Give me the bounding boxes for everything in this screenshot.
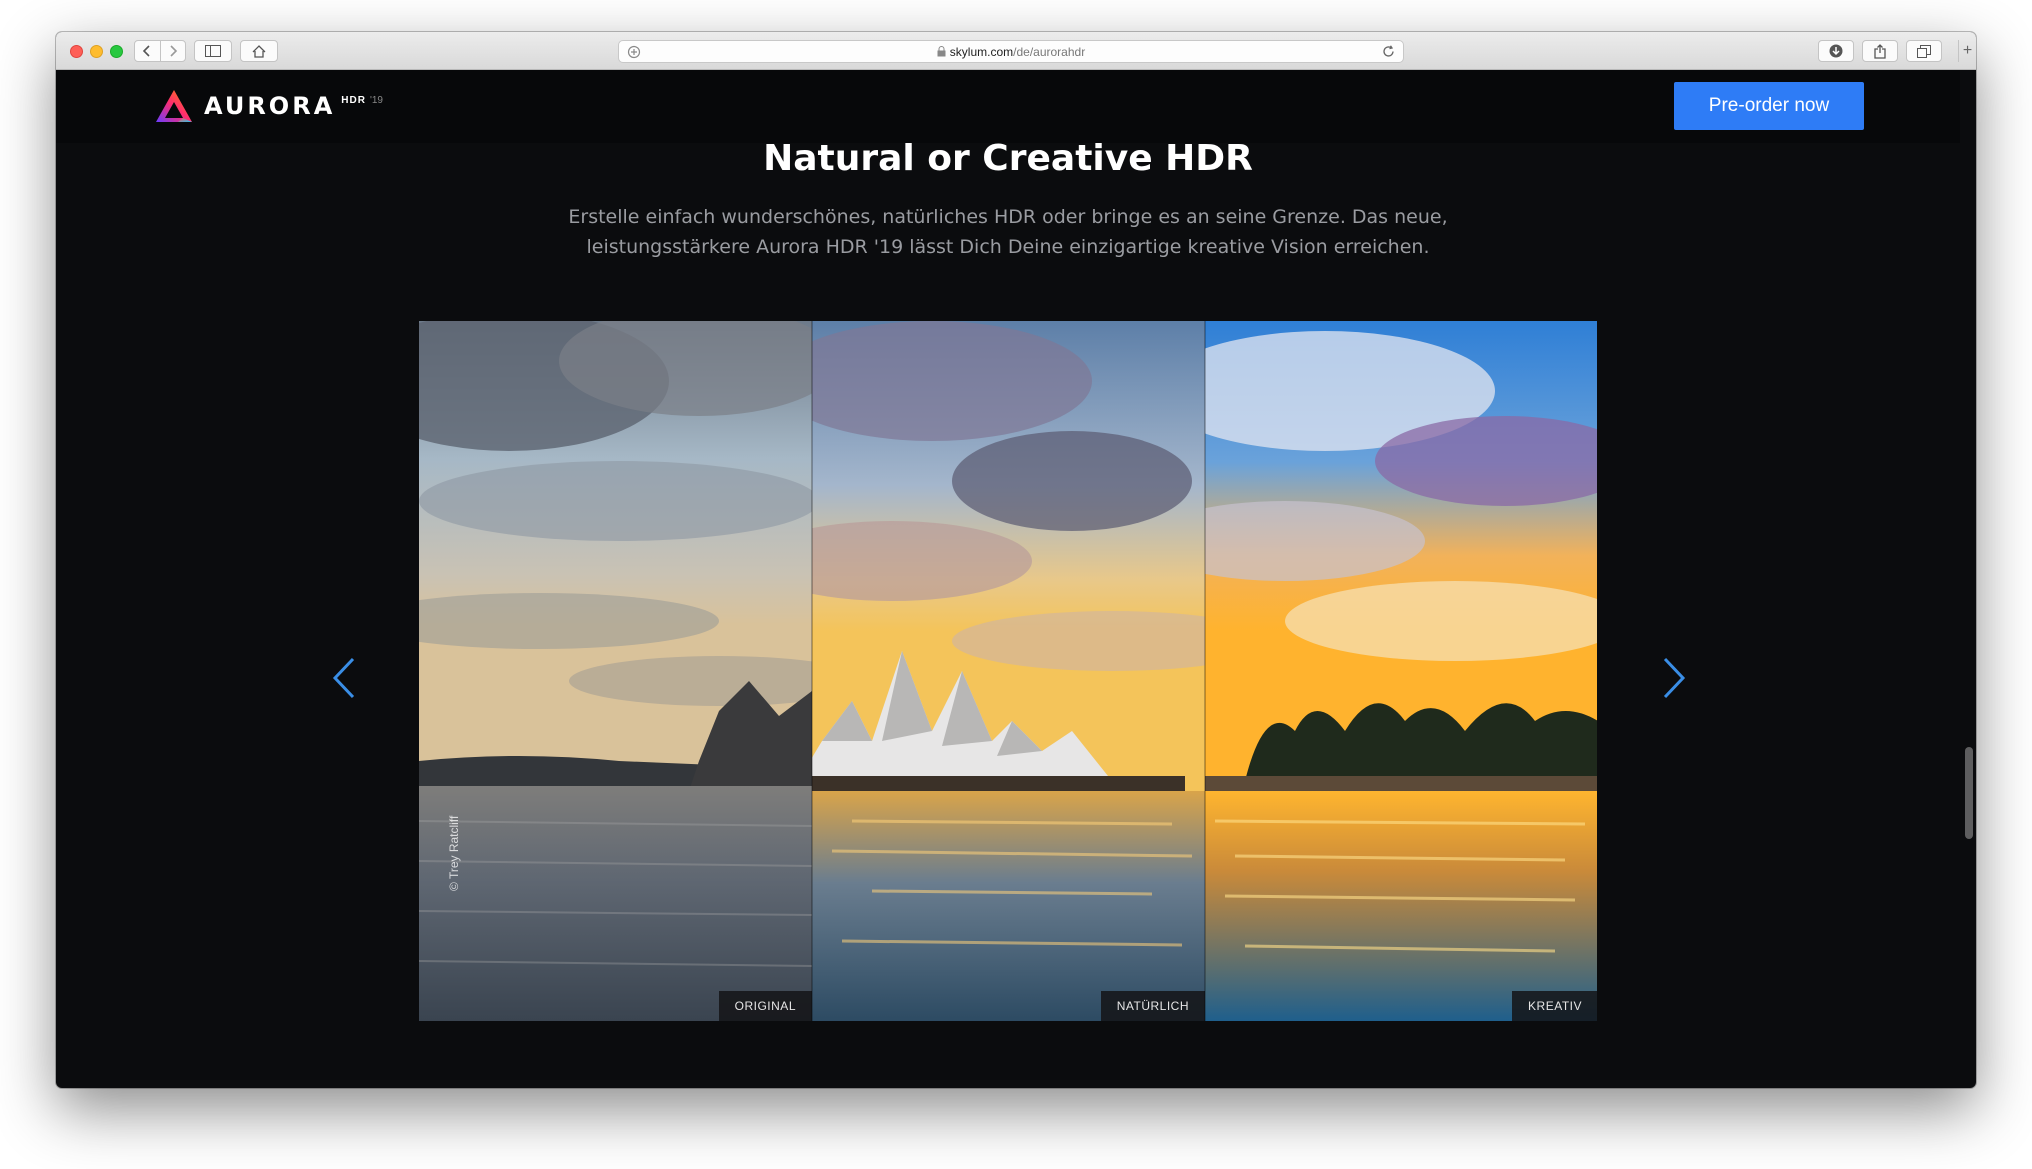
logo-wordmark: AURORA — [204, 92, 336, 120]
logo-hdr: HDR — [341, 94, 366, 106]
url-domain: skylum.com — [949, 44, 1014, 59]
section-title: Natural or Creative HDR — [763, 138, 1253, 179]
site-header: AURORA HDR '19 Pre-order now — [56, 70, 1960, 143]
reload-icon[interactable] — [1382, 45, 1395, 58]
sidebar-button[interactable] — [194, 40, 232, 62]
address-bar[interactable]: skylum.com/de/aurorahdr — [618, 40, 1404, 63]
share-icon — [1874, 43, 1886, 59]
logo-year: '19 — [369, 94, 383, 106]
panel-divider — [1204, 321, 1206, 1021]
downloads-button[interactable] — [1818, 40, 1854, 62]
zoom-window-button[interactable] — [110, 45, 123, 58]
panel-label-natural: NATÜRLICH — [1100, 991, 1205, 1021]
panel-label-original: ORIGINAL — [718, 991, 812, 1021]
chevron-right-icon — [170, 45, 177, 57]
minimize-window-button[interactable] — [90, 45, 103, 58]
carousel-next-button[interactable] — [1654, 648, 1694, 708]
subtitle-line-1: Erstelle einfach wunderschönes, natürlic… — [568, 206, 1448, 228]
share-button[interactable] — [1862, 40, 1898, 62]
sidebar-icon — [205, 45, 221, 57]
tabs-icon — [1917, 44, 1931, 58]
download-icon — [1829, 44, 1843, 58]
subtitle-line-2: leistungsstärkere Aurora HDR '19 lässt D… — [586, 236, 1430, 258]
photo-creative — [1205, 321, 1597, 1021]
comparison-panel-natural: NATÜRLICH — [812, 321, 1205, 1021]
plus-icon: + — [1962, 42, 1973, 59]
comparison-panel-creative: KREATIV — [1205, 321, 1597, 1021]
preorder-button[interactable]: Pre-order now — [1674, 82, 1864, 130]
close-window-button[interactable] — [70, 45, 83, 58]
comparison-panel-original: © Trey Ratcliff ORIGINAL — [419, 321, 812, 1021]
aurora-triangle-icon — [156, 90, 192, 122]
section-subtitle: Erstelle einfach wunderschönes, natürlic… — [508, 202, 1508, 262]
back-forward-group — [134, 40, 186, 62]
new-tab-button[interactable]: + — [1958, 40, 1976, 62]
carousel-prev-button[interactable] — [324, 648, 364, 708]
forward-button[interactable] — [161, 41, 186, 61]
panel-divider — [811, 321, 813, 1021]
hdr-comparison-image: © Trey Ratcliff ORIGINAL NATÜRLICH KREAT… — [419, 321, 1597, 1021]
panel-label-creative: KREATIV — [1512, 991, 1597, 1021]
page-scrollbar[interactable] — [1960, 70, 1976, 1088]
browser-toolbar: skylum.com/de/aurorahdr + — [56, 32, 1976, 70]
aurora-logo[interactable]: AURORA HDR '19 — [154, 88, 383, 124]
privacy-icon[interactable] — [627, 45, 641, 59]
chevron-left-icon — [332, 657, 355, 699]
scrollbar-thumb[interactable] — [1965, 747, 1973, 839]
home-icon — [252, 44, 266, 58]
tabs-overview-button[interactable] — [1906, 40, 1942, 62]
browser-window: skylum.com/de/aurorahdr + AURORA HDR '19… — [56, 32, 1976, 1088]
url-path: /de/aurorahdr — [1013, 44, 1086, 59]
lock-icon — [937, 46, 946, 57]
back-button[interactable] — [135, 41, 160, 61]
photo-original — [419, 321, 812, 1021]
chevron-left-icon — [143, 45, 150, 57]
photo-credit: © Trey Ratcliff — [447, 815, 461, 891]
chevron-right-icon — [1663, 657, 1686, 699]
photo-natural — [812, 321, 1205, 1021]
home-button[interactable] — [240, 40, 278, 62]
